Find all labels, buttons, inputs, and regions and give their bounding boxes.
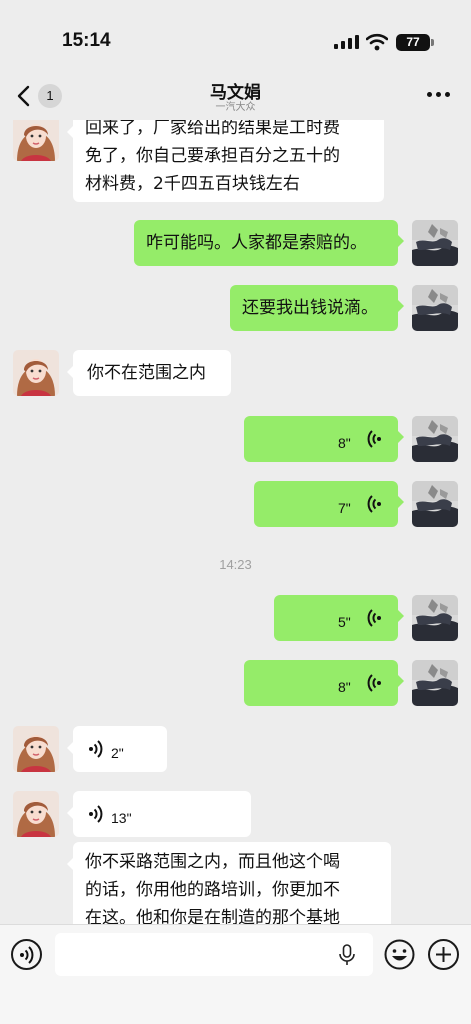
- time-divider: 14:23: [219, 557, 252, 572]
- contact-avatar[interactable]: [13, 726, 59, 772]
- message-text: 免了，你自己要承担百分之五十的: [85, 146, 340, 166]
- voice-duration: 8": [338, 435, 351, 451]
- voice-icon: [366, 494, 382, 514]
- chat-area[interactable]: 回来了，厂家给出的结果是工时费 免了，你自己要承担百分之五十的 材料费，2千四五…: [0, 120, 471, 924]
- my-avatar[interactable]: [412, 595, 458, 641]
- voice-icon: [366, 608, 382, 628]
- my-avatar[interactable]: [412, 660, 458, 706]
- status-time: 15:14: [62, 30, 111, 51]
- my-avatar[interactable]: [412, 285, 458, 331]
- message-bubble-outgoing[interactable]: 还要我出钱说滴。: [230, 285, 404, 331]
- voice-duration: 13": [111, 810, 132, 826]
- voice-message-outgoing[interactable]: 5": [274, 595, 404, 641]
- my-avatar[interactable]: [412, 220, 458, 266]
- voice-message-incoming[interactable]: 2": [67, 726, 167, 772]
- message-text: 你不采路范围之内，而且他这个喝: [85, 852, 340, 872]
- nav-bar: 1 马文娟 一汽大众: [0, 72, 471, 120]
- message-text: 材料费，2千四五百块钱左右: [85, 174, 300, 194]
- wifi-icon: [366, 33, 388, 51]
- voice-icon: [19, 945, 35, 965]
- voice-message-incoming[interactable]: 13": [67, 791, 251, 837]
- plus-button[interactable]: [428, 939, 459, 970]
- my-avatar[interactable]: [412, 481, 458, 527]
- contact-avatar[interactable]: [13, 791, 59, 837]
- message-text: 的话，你用他的路培训，你更加不: [85, 880, 340, 900]
- voice-duration: 2": [111, 745, 124, 761]
- message-text: 你不在范围之内: [87, 363, 206, 383]
- voice-mode-button[interactable]: [11, 939, 42, 970]
- voice-icon: [88, 804, 104, 824]
- status-bar: 15:14 77: [0, 0, 471, 72]
- voice-icon: [366, 673, 382, 693]
- message-bubble-incoming[interactable]: 你不采路范围之内，而且他这个喝 的话，你用他的路培训，你更加不 在这。他和你是在…: [67, 842, 391, 924]
- voice-duration: 7": [338, 500, 351, 516]
- message-bubble-incoming[interactable]: 回来了，厂家给出的结果是工时费 免了，你自己要承担百分之五十的 材料费，2千四五…: [67, 120, 384, 202]
- voice-duration: 5": [338, 614, 351, 630]
- battery-icon: 77: [396, 34, 434, 51]
- voice-message-outgoing[interactable]: 8": [244, 416, 404, 462]
- message-input[interactable]: [55, 933, 373, 976]
- message-text: 还要我出钱说滴。: [242, 298, 378, 318]
- voice-message-outgoing[interactable]: 8": [244, 660, 404, 706]
- message-text: 咋可能吗。人家都是索赔的。: [146, 233, 367, 253]
- voice-icon: [88, 739, 104, 759]
- voice-icon: [366, 429, 382, 449]
- message-text: 回来了，厂家给出的结果是工时费: [85, 120, 340, 138]
- contact-avatar[interactable]: [13, 350, 59, 396]
- more-icon[interactable]: [427, 92, 451, 98]
- contact-avatar[interactable]: [13, 120, 59, 161]
- voice-message-outgoing[interactable]: 7": [254, 481, 404, 527]
- message-bubble-incoming[interactable]: 你不在范围之内: [67, 350, 231, 396]
- emoji-icon[interactable]: [384, 939, 415, 970]
- input-bar: [0, 924, 471, 1024]
- voice-duration: 8": [338, 679, 351, 695]
- plus-icon: [436, 947, 451, 962]
- chat-subtitle: 一汽大众: [215, 102, 256, 113]
- message-text: 在这。他和你是在制造的那个基地: [85, 908, 340, 924]
- mic-icon[interactable]: [338, 944, 356, 966]
- my-avatar[interactable]: [412, 416, 458, 462]
- message-bubble-outgoing[interactable]: 咋可能吗。人家都是索赔的。: [134, 220, 404, 266]
- signal-icon: [334, 35, 360, 49]
